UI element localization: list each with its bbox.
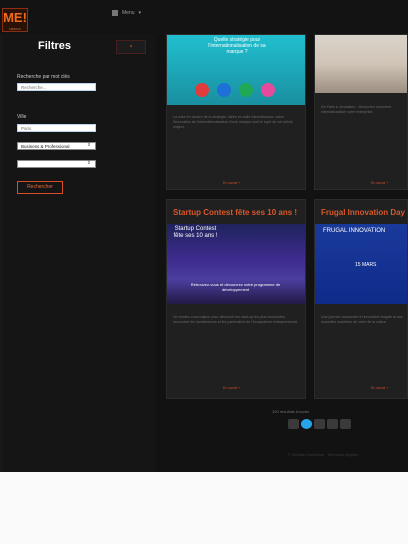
sector-select[interactable]: Business & Professional ⇕ [17,142,96,150]
pink-circle-icon [261,83,275,97]
card-title: Frugal Innovation Day [321,208,406,217]
card-image: FRUGAL INNOVATION 15 MARS [315,224,407,304]
article-card[interactable]: Frugal Innovation Day FRUGAL INNOVATION … [314,199,408,399]
results-count: 100 résultats trouvés [272,409,310,414]
read-more-link[interactable]: En savoir + [371,181,389,185]
read-more-link[interactable]: En savoir + [223,181,241,185]
card-image-caption: Quelle stratégie pour l'internationalisa… [208,37,266,55]
filters-sidebar [0,34,156,472]
pagination-page[interactable] [340,419,351,429]
card-image: Startup Contest fête ses 10 ans ! Retrou… [167,224,305,304]
sidebar-scroll-track[interactable] [0,34,3,472]
page: ME! MÉDIAS Menu ▾ Filtres × Recherche pa… [0,0,408,544]
card-excerpt: Une journée consacrée à l'innovation fru… [321,315,403,324]
card-title: Startup Contest fête ses 10 ans ! [173,208,298,217]
article-card[interactable]: Quelle stratégie pour l'internationalisa… [166,34,306,190]
card-excerpt: Un rendez-vous majeur pour découvrir les… [173,315,299,324]
read-more-link[interactable]: En savoir + [223,386,241,390]
card-image-subcaption: Retrouvez-vous et découvrez notre progra… [190,282,281,292]
blue-circle-icon [217,83,231,97]
logo-text: ME! [3,10,27,25]
city-label: Ville [17,114,27,120]
chevron-down-icon: ▾ [138,10,142,16]
read-more-link[interactable]: En savoir + [371,386,389,390]
secondary-select[interactable]: ⇕ [17,160,96,168]
main-menu[interactable]: Menu ▾ [112,10,141,16]
sector-selected-value: Business & Professional [21,144,70,149]
keyword-search-input[interactable] [17,83,96,91]
city-input[interactable] [17,124,96,132]
red-circle-icon [195,83,209,97]
search-button[interactable]: Rechercher [17,181,63,194]
keyword-label: Recherche par mot clés [17,74,70,80]
pagination [288,419,351,429]
top-navigation-bar: ME! MÉDIAS Menu ▾ [0,0,408,34]
filters-toggle-button[interactable]: × [116,40,146,54]
pagination-page-active[interactable] [301,419,312,429]
card-excerpt: La mise en oeuvre de la stratégie, idées… [173,115,293,129]
card-image [315,35,407,93]
blank-bottom-area [0,472,408,544]
pagination-page[interactable] [314,419,325,429]
menu-icon [112,10,118,16]
filters-heading: Filtres [38,40,72,52]
green-circle-icon [239,83,253,97]
card-image-caption: FRUGAL INNOVATION [323,228,386,234]
pagination-page[interactable] [288,419,299,429]
card-image-date: 15 MARS [355,262,377,268]
pagination-page[interactable] [327,419,338,429]
select-caret-icon: ⇕ [86,160,91,166]
card-image: Quelle stratégie pour l'internationalisa… [167,35,305,105]
article-card[interactable]: De Paris à Jérusalem : découvrez comment… [314,34,408,190]
select-caret-icon: ⇕ [86,142,91,148]
menu-label: Menu [122,10,135,16]
logo-subtext: MÉDIAS [9,27,21,31]
card-image-caption: Startup Contest fête ses 10 ans ! [173,226,218,239]
brand-logo[interactable]: ME! MÉDIAS [2,8,28,32]
card-excerpt: De Paris à Jérusalem : découvrez comment… [321,105,391,114]
article-card[interactable]: Startup Contest fête ses 10 ans ! Startu… [166,199,306,399]
footer-text: © Médias Entreprise · Mentions légales [288,452,358,457]
